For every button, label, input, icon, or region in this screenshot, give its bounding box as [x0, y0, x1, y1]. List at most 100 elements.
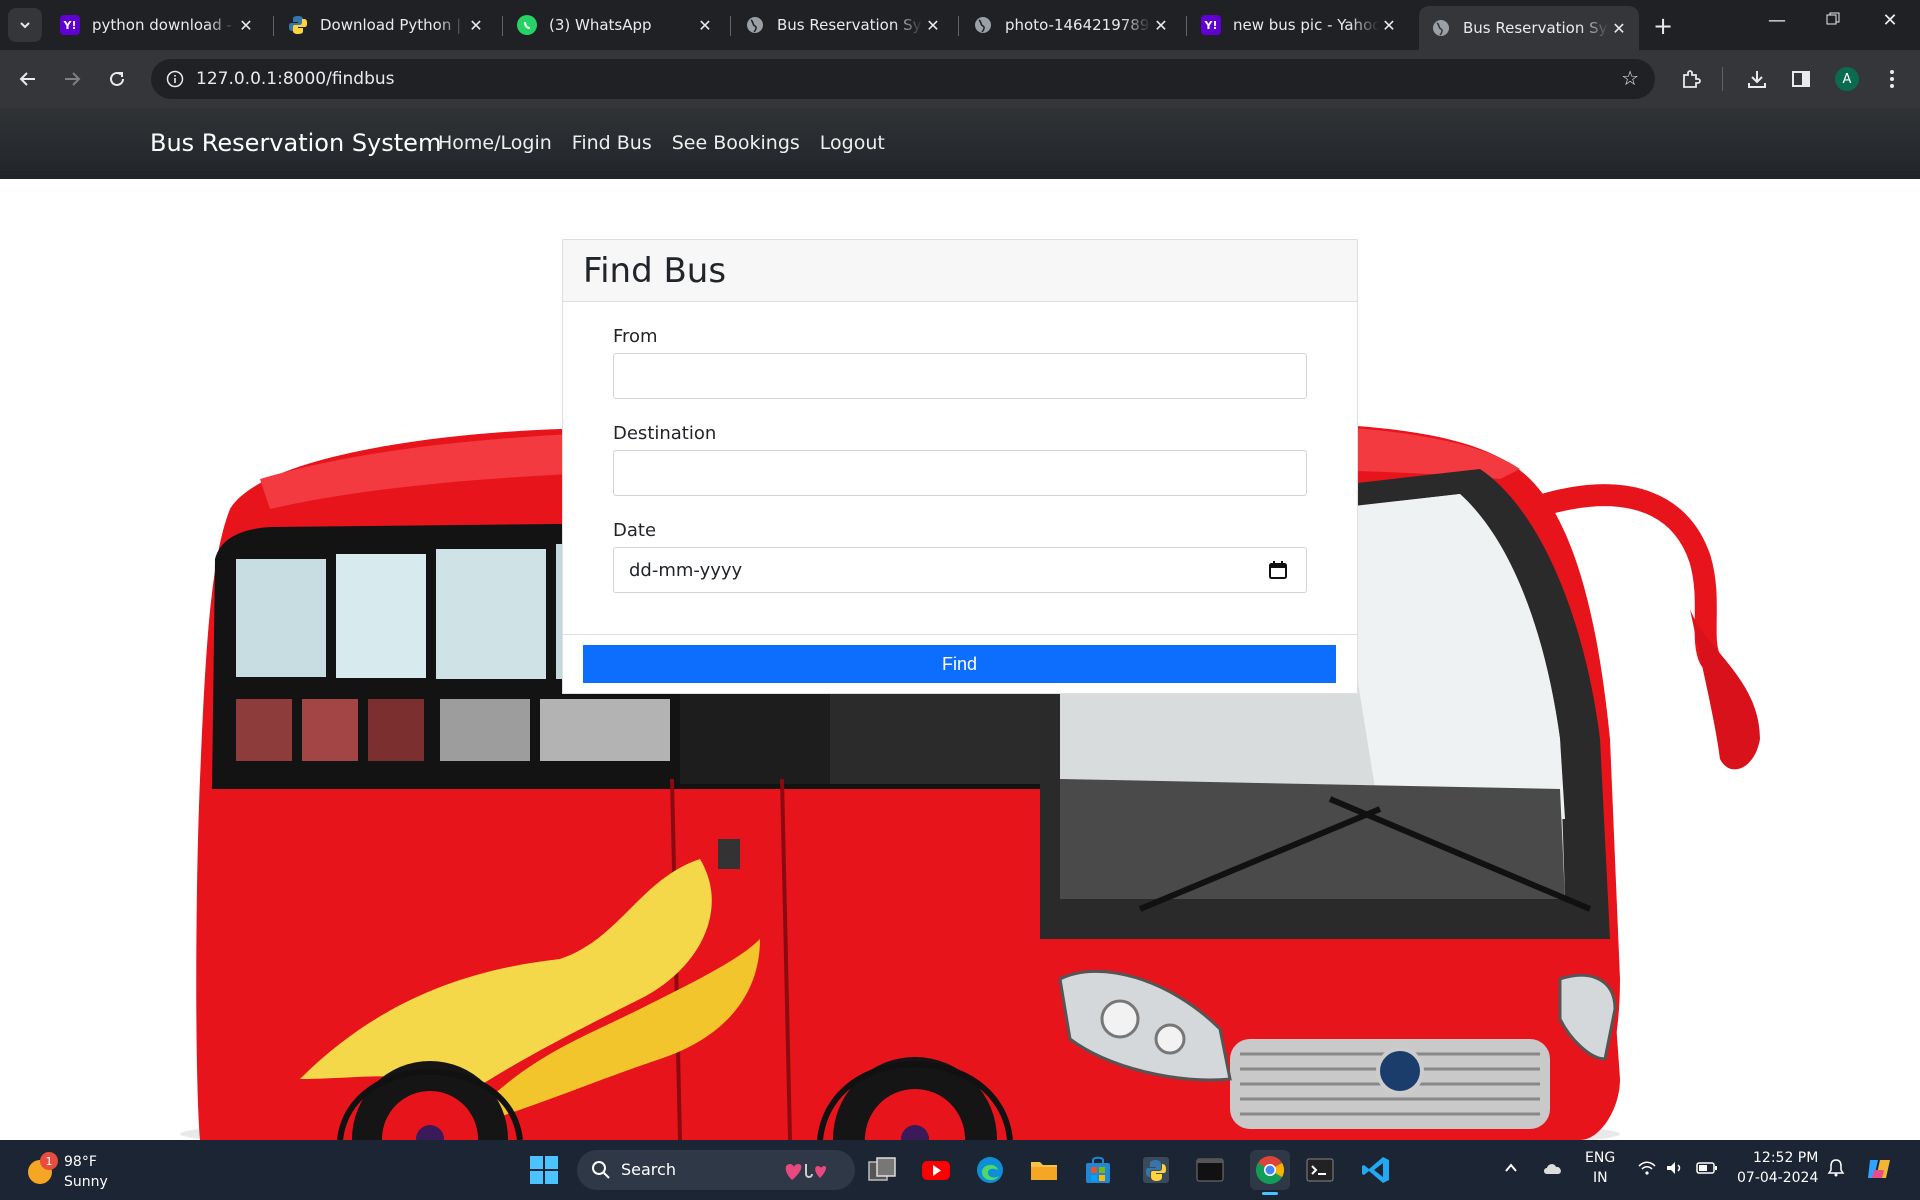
language-indicator-bottom[interactable]: IN — [1593, 1170, 1608, 1186]
tab-title: photo-1464219789935 — [1005, 16, 1151, 34]
downloads-icon[interactable] — [1743, 65, 1771, 93]
globe-icon — [1431, 18, 1451, 38]
wifi-icon[interactable] — [1637, 1160, 1657, 1180]
date-placeholder: dd-mm-yyyy — [629, 560, 743, 581]
back-button[interactable] — [12, 63, 44, 95]
close-icon[interactable]: ✕ — [236, 16, 256, 35]
show-hidden-icons-icon[interactable] — [1503, 1160, 1519, 1180]
volume-icon[interactable] — [1665, 1160, 1685, 1180]
browser-tab[interactable]: Y! new bus pic - Yahoo Search ✕ — [1189, 6, 1409, 44]
site-brand[interactable]: Bus Reservation System — [150, 129, 441, 157]
site-info-icon[interactable] — [163, 67, 187, 91]
chrome-icon[interactable] — [1250, 1150, 1290, 1195]
from-field-group: From — [613, 326, 1307, 399]
tab-title: python download - Yahoo Search — [92, 16, 236, 34]
find-bus-card: Find Bus From Destination Date dd-mm-yyy… — [562, 239, 1358, 694]
onedrive-icon[interactable] — [1542, 1160, 1564, 1180]
tab-title: Bus Reservation System — [777, 16, 923, 34]
tab-title: Bus Reservation System — [1463, 19, 1609, 37]
destination-input[interactable] — [613, 450, 1307, 496]
youtube-icon[interactable] — [920, 1154, 952, 1186]
reload-icon — [110, 71, 124, 86]
search-label: Search — [621, 1160, 676, 1179]
nav-link-logout[interactable]: Logout — [820, 132, 885, 154]
browser-tab[interactable]: photo-1464219789935 ✕ — [961, 6, 1181, 44]
destination-label: Destination — [613, 423, 717, 444]
close-icon[interactable]: ✕ — [466, 16, 486, 35]
microsoft-store-icon[interactable] — [1082, 1154, 1114, 1186]
nav-link-find-bus[interactable]: Find Bus — [572, 132, 652, 154]
copilot-icon[interactable] — [1864, 1154, 1894, 1188]
nav-link-see-bookings[interactable]: See Bookings — [672, 132, 800, 154]
vscode-icon[interactable] — [1360, 1154, 1392, 1186]
nav-link-home-login[interactable]: Home/Login — [438, 132, 552, 154]
tab-search-button[interactable] — [8, 8, 42, 42]
site-navbar: Bus Reservation System Home/Login Find B… — [0, 108, 1920, 179]
python-app-icon[interactable] — [1140, 1154, 1172, 1186]
arrow-left-icon — [19, 72, 35, 86]
browser-tab[interactable]: Y! python download - Yahoo Search ✕ — [48, 6, 266, 44]
tab-title: Download Python | Python.org — [320, 16, 466, 34]
profile-avatar[interactable]: A — [1835, 67, 1859, 91]
close-icon[interactable]: ✕ — [1379, 16, 1399, 35]
notification-badge: 1 — [40, 1152, 58, 1170]
tab-title: new bus pic - Yahoo Search — [1233, 16, 1379, 34]
from-input[interactable] — [613, 353, 1307, 399]
weather-widget[interactable]: 1 98°F Sunny — [24, 1150, 124, 1192]
windows-taskbar: 1 98°F Sunny Search ENG IN 12:52 PM 07-0… — [0, 1140, 1920, 1200]
card-body: From Destination Date dd-mm-yyyy — [563, 302, 1357, 634]
clock-date[interactable]: 07-04-2024 — [1737, 1170, 1818, 1186]
close-icon[interactable]: ✕ — [923, 16, 943, 35]
browser-tab[interactable]: Bus Reservation System ✕ — [733, 6, 953, 44]
forward-button[interactable] — [56, 63, 88, 95]
close-window-button[interactable]: ✕ — [1875, 10, 1905, 31]
find-button[interactable]: Find — [583, 645, 1336, 683]
taskbar-search[interactable]: Search — [577, 1150, 855, 1190]
windows-start-icon[interactable] — [528, 1154, 560, 1186]
more-menu-icon[interactable] — [1878, 65, 1906, 93]
file-explorer-icon[interactable] — [1028, 1154, 1060, 1186]
calendar-icon[interactable] — [1268, 560, 1288, 584]
globe-icon — [745, 15, 765, 35]
browser-tab[interactable]: (3) WhatsApp ✕ — [505, 6, 725, 44]
url-text[interactable]: 127.0.0.1:8000/findbus — [196, 69, 395, 89]
browser-tab[interactable]: Download Python | Python.org ✕ — [276, 6, 496, 44]
search-highlight-icon — [785, 1164, 827, 1180]
card-header: Find Bus — [563, 240, 1357, 302]
browser-tab-active[interactable]: Bus Reservation System ✕ — [1419, 6, 1639, 50]
browser-tab-strip: Y! python download - Yahoo Search ✕ Down… — [0, 0, 1920, 50]
destination-field-group: Destination — [613, 423, 1307, 496]
language-indicator-top[interactable]: ENG — [1585, 1150, 1615, 1166]
close-icon[interactable]: ✕ — [1609, 19, 1629, 38]
close-icon[interactable]: ✕ — [695, 16, 715, 35]
browser-toolbar: 127.0.0.1:8000/findbus ☆ — [0, 50, 1920, 108]
yahoo-icon: Y! — [1201, 15, 1221, 35]
battery-icon[interactable] — [1696, 1161, 1718, 1179]
close-icon[interactable]: ✕ — [1151, 16, 1171, 35]
page-title: Find Bus — [583, 251, 727, 291]
chevron-down-icon — [20, 22, 30, 29]
date-input[interactable]: dd-mm-yyyy — [613, 547, 1307, 593]
extensions-icon[interactable] — [1677, 65, 1705, 93]
task-view-icon[interactable] — [866, 1154, 898, 1186]
yahoo-icon: Y! — [60, 15, 80, 35]
address-bar[interactable]: 127.0.0.1:8000/findbus ☆ — [151, 59, 1655, 99]
reload-button[interactable] — [101, 63, 133, 95]
weather-description: Sunny — [64, 1174, 108, 1190]
terminal-icon[interactable] — [1194, 1154, 1226, 1186]
date-label: Date — [613, 520, 657, 541]
nav-links: Home/Login Find Bus See Bookings Logout — [438, 132, 905, 154]
clock-time[interactable]: 12:52 PM — [1753, 1150, 1818, 1166]
new-tab-button[interactable]: + — [1650, 12, 1676, 40]
minimize-button[interactable]: — — [1762, 10, 1792, 31]
side-panel-icon[interactable] — [1787, 65, 1815, 93]
bookmark-star-icon[interactable]: ☆ — [1621, 66, 1639, 90]
whatsapp-icon — [517, 15, 537, 35]
notification-bell-icon[interactable] — [1827, 1158, 1845, 1182]
arrow-right-icon — [65, 72, 81, 86]
edge-icon[interactable] — [974, 1154, 1006, 1186]
tab-title: (3) WhatsApp — [549, 16, 652, 34]
restore-button[interactable] — [1818, 10, 1848, 31]
command-prompt-icon[interactable] — [1304, 1154, 1336, 1186]
weather-temperature: 98°F — [64, 1154, 97, 1170]
